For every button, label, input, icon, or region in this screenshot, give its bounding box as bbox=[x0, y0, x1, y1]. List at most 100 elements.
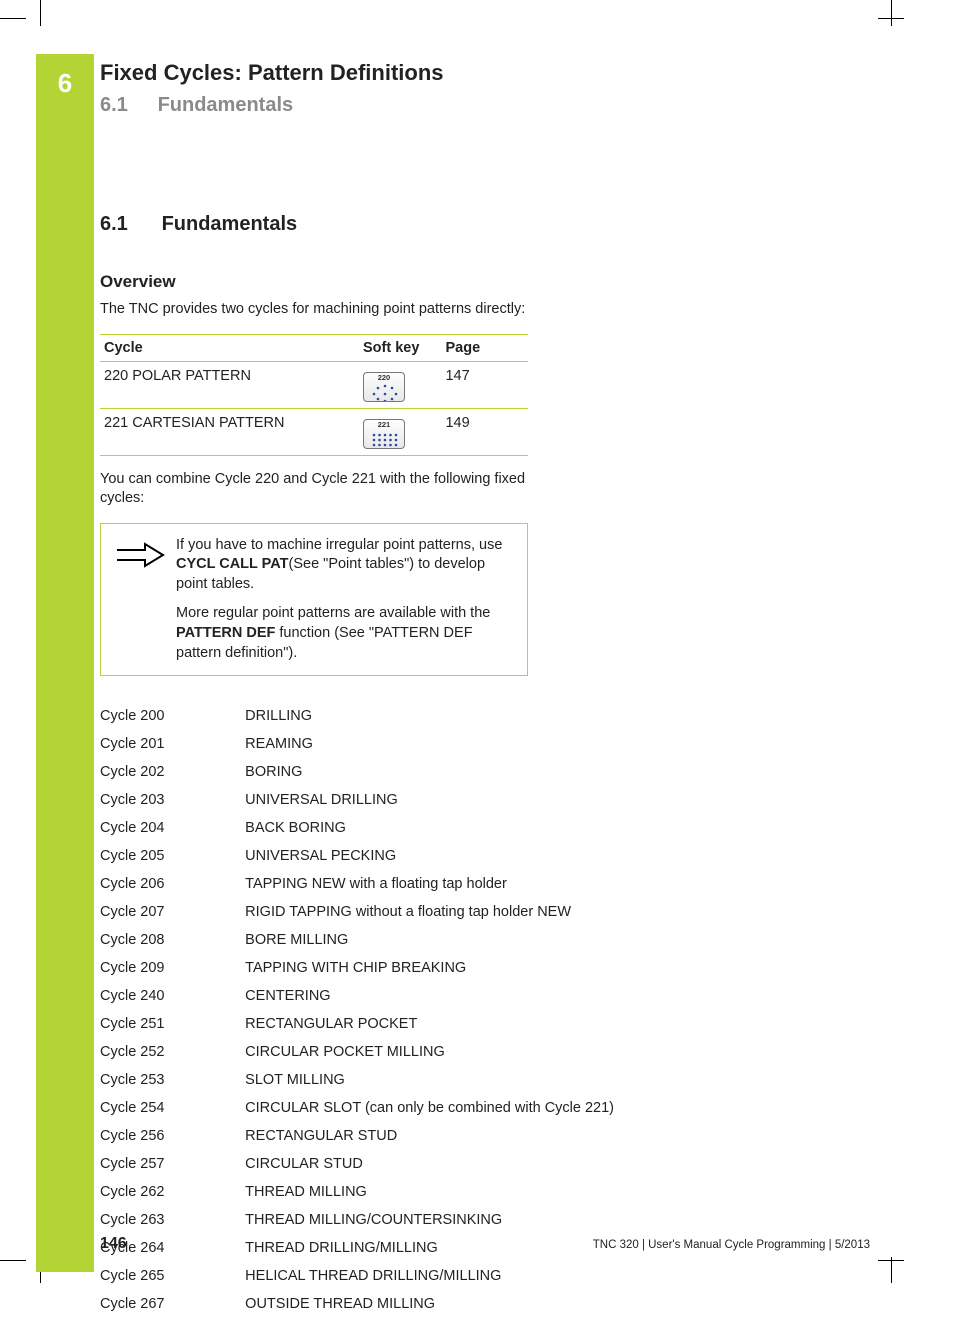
cycle-desc: TAPPING WITH CHIP BREAKING bbox=[245, 954, 660, 982]
note-p2: More regular point patterns are availabl… bbox=[176, 604, 513, 663]
list-item: Cycle 263THREAD MILLING/COUNTERSINKING bbox=[100, 1206, 660, 1234]
list-item: Cycle 252CIRCULAR POCKET MILLING bbox=[100, 1038, 660, 1066]
cycle-id: Cycle 267 bbox=[100, 1290, 245, 1318]
softkey-icon: 221 bbox=[363, 419, 405, 449]
cycle-desc: BORING bbox=[245, 758, 660, 786]
softkey-cell: 220 bbox=[363, 361, 446, 408]
cycle-desc: BORE MILLING bbox=[245, 926, 660, 954]
cycle-list-table: Cycle 200DRILLINGCycle 201REAMINGCycle 2… bbox=[100, 702, 660, 1318]
cycle-desc: UNIVERSAL PECKING bbox=[245, 842, 660, 870]
cycle-page: 147 bbox=[445, 361, 528, 408]
overview-intro: The TNC provides two cycles for machinin… bbox=[100, 300, 530, 320]
cycle-desc: CIRCULAR STUD bbox=[245, 1150, 660, 1178]
cycle-desc: CIRCULAR POCKET MILLING bbox=[245, 1038, 660, 1066]
cycle-desc: UNIVERSAL DRILLING bbox=[245, 786, 660, 814]
th-cycle: Cycle bbox=[100, 334, 363, 361]
softkey-icon: 220 bbox=[363, 372, 405, 402]
list-item: Cycle 203UNIVERSAL DRILLING bbox=[100, 786, 660, 814]
cycle-desc: RIGID TAPPING without a floating tap hol… bbox=[245, 898, 660, 926]
chapter-subtitle: 6.1 Fundamentals bbox=[100, 94, 910, 117]
list-item: Cycle 251RECTANGULAR POCKET bbox=[100, 1010, 660, 1038]
cycle-id: Cycle 205 bbox=[100, 842, 245, 870]
section-title: Fundamentals bbox=[162, 213, 298, 235]
list-item: Cycle 267OUTSIDE THREAD MILLING bbox=[100, 1290, 660, 1318]
cycle-desc: CENTERING bbox=[245, 982, 660, 1010]
cycle-desc: REAMING bbox=[245, 730, 660, 758]
list-item: Cycle 256RECTANGULAR STUD bbox=[100, 1122, 660, 1150]
pattern-cycles-table: Cycle Soft key Page 220 POLAR PATTERN220… bbox=[100, 334, 528, 456]
cycle-desc: RECTANGULAR STUD bbox=[245, 1122, 660, 1150]
section-num: 6.1 bbox=[100, 213, 156, 236]
th-softkey: Soft key bbox=[363, 334, 446, 361]
cycle-desc: SLOT MILLING bbox=[245, 1066, 660, 1094]
section-heading: 6.1 Fundamentals bbox=[100, 213, 910, 236]
note-box: If you have to machine irregular point p… bbox=[100, 523, 528, 676]
page-number: 146 bbox=[100, 1235, 127, 1253]
softkey-cell: 221 bbox=[363, 408, 446, 455]
cycle-id: Cycle 202 bbox=[100, 758, 245, 786]
cycle-desc: TAPPING NEW with a floating tap holder bbox=[245, 870, 660, 898]
note-p1: If you have to machine irregular point p… bbox=[176, 536, 513, 595]
combine-text: You can combine Cycle 220 and Cycle 221 … bbox=[100, 470, 530, 509]
chapter-band: 6 bbox=[36, 54, 94, 1272]
list-item: Cycle 206TAPPING NEW with a floating tap… bbox=[100, 870, 660, 898]
cycle-desc: DRILLING bbox=[245, 702, 660, 730]
cycle-desc: CIRCULAR SLOT (can only be combined with… bbox=[245, 1094, 660, 1122]
list-item: Cycle 262THREAD MILLING bbox=[100, 1178, 660, 1206]
overview-heading: Overview bbox=[100, 272, 910, 292]
cycle-desc: RECTANGULAR POCKET bbox=[245, 1010, 660, 1038]
list-item: Cycle 201REAMING bbox=[100, 730, 660, 758]
table-row: 220 POLAR PATTERN220 147 bbox=[100, 361, 528, 408]
cycle-id: Cycle 203 bbox=[100, 786, 245, 814]
note-arrow-icon bbox=[101, 524, 168, 675]
list-item: Cycle 207RIGID TAPPING without a floatin… bbox=[100, 898, 660, 926]
cycle-id: Cycle 262 bbox=[100, 1178, 245, 1206]
cycle-desc: THREAD MILLING/COUNTERSINKING bbox=[245, 1206, 660, 1234]
cycle-id: Cycle 263 bbox=[100, 1206, 245, 1234]
subtitle-num: 6.1 bbox=[100, 94, 152, 117]
cycle-id: Cycle 252 bbox=[100, 1038, 245, 1066]
crop-mark bbox=[0, 1260, 26, 1261]
crop-mark bbox=[0, 18, 26, 19]
table-header-row: Cycle Soft key Page bbox=[100, 334, 528, 361]
crop-mark bbox=[891, 0, 892, 26]
cycle-id: Cycle 208 bbox=[100, 926, 245, 954]
cycle-id: Cycle 265 bbox=[100, 1262, 245, 1290]
list-item: Cycle 265HELICAL THREAD DRILLING/MILLING bbox=[100, 1262, 660, 1290]
cycle-id: Cycle 200 bbox=[100, 702, 245, 730]
cycle-id: Cycle 207 bbox=[100, 898, 245, 926]
cycle-name: 220 POLAR PATTERN bbox=[100, 361, 363, 408]
list-item: Cycle 253SLOT MILLING bbox=[100, 1066, 660, 1094]
chapter-number: 6 bbox=[36, 54, 94, 99]
cycle-desc: BACK BORING bbox=[245, 814, 660, 842]
cycle-id: Cycle 240 bbox=[100, 982, 245, 1010]
subtitle-text: Fundamentals bbox=[158, 94, 294, 116]
crop-mark bbox=[40, 0, 41, 26]
cycle-id: Cycle 254 bbox=[100, 1094, 245, 1122]
cycle-id: Cycle 206 bbox=[100, 870, 245, 898]
cycle-id: Cycle 209 bbox=[100, 954, 245, 982]
cycle-name: 221 CARTESIAN PATTERN bbox=[100, 408, 363, 455]
page: 6 Fixed Cycles: Pattern Definitions 6.1 … bbox=[0, 0, 954, 1315]
cycle-id: Cycle 204 bbox=[100, 814, 245, 842]
cycle-desc: HELICAL THREAD DRILLING/MILLING bbox=[245, 1262, 660, 1290]
cycle-id: Cycle 201 bbox=[100, 730, 245, 758]
th-page: Page bbox=[445, 334, 528, 361]
list-item: Cycle 257CIRCULAR STUD bbox=[100, 1150, 660, 1178]
cycle-page: 149 bbox=[445, 408, 528, 455]
list-item: Cycle 202BORING bbox=[100, 758, 660, 786]
note-content: If you have to machine irregular point p… bbox=[168, 524, 527, 675]
content-area: Fixed Cycles: Pattern Definitions 6.1 Fu… bbox=[100, 60, 910, 1318]
cycle-id: Cycle 251 bbox=[100, 1010, 245, 1038]
cycle-desc: OUTSIDE THREAD MILLING bbox=[245, 1290, 660, 1318]
list-item: Cycle 254CIRCULAR SLOT (can only be comb… bbox=[100, 1094, 660, 1122]
cycle-id: Cycle 256 bbox=[100, 1122, 245, 1150]
list-item: Cycle 200DRILLING bbox=[100, 702, 660, 730]
list-item: Cycle 205UNIVERSAL PECKING bbox=[100, 842, 660, 870]
list-item: Cycle 208BORE MILLING bbox=[100, 926, 660, 954]
cycle-id: Cycle 257 bbox=[100, 1150, 245, 1178]
list-item: Cycle 240CENTERING bbox=[100, 982, 660, 1010]
page-footer: 146 TNC 320 | User's Manual Cycle Progra… bbox=[100, 1235, 910, 1253]
cycle-desc: THREAD MILLING bbox=[245, 1178, 660, 1206]
footer-text: TNC 320 | User's Manual Cycle Programmin… bbox=[593, 1239, 910, 1251]
